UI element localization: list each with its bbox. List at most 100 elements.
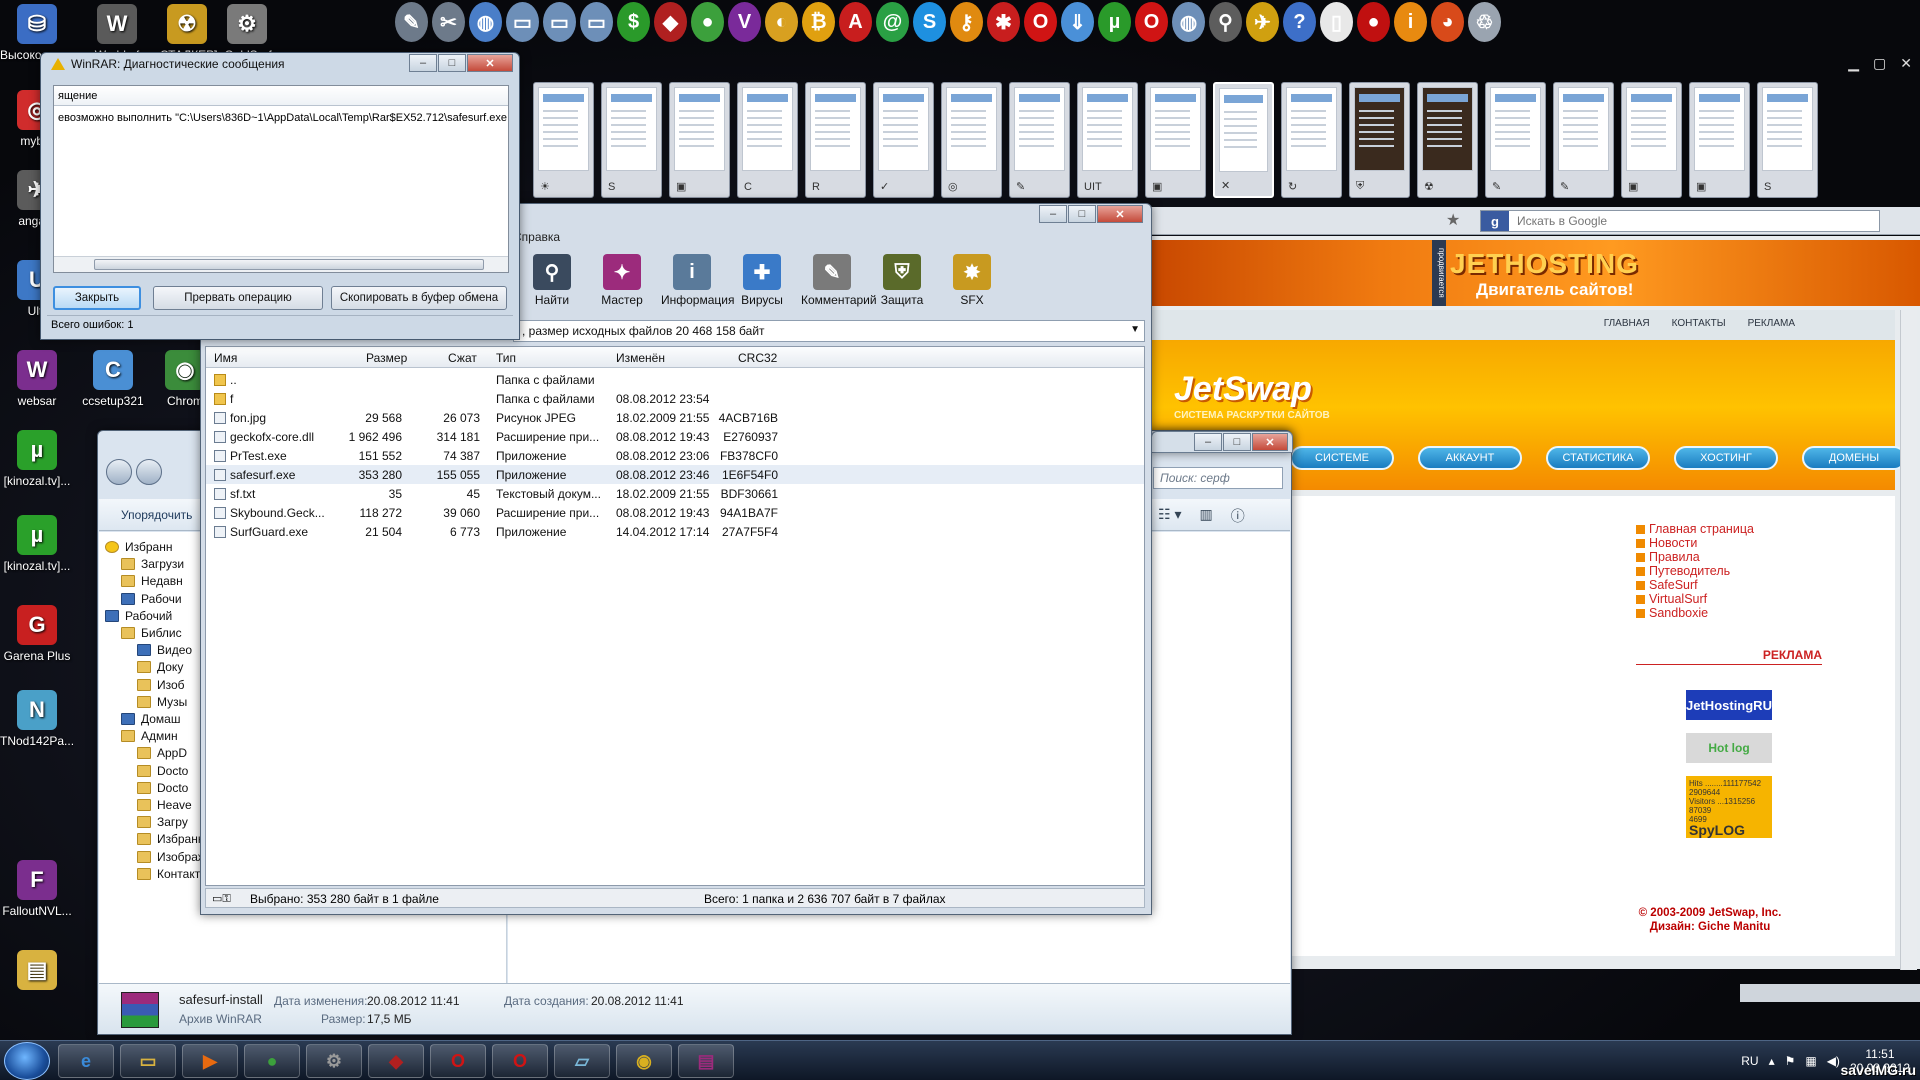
toolbar-3[interactable]: ✚ Вирусы [731, 254, 793, 307]
close-icon[interactable]: ✕ [467, 54, 513, 72]
tab-thumbnail[interactable]: S [601, 82, 662, 198]
site-link-ads[interactable]: РЕКЛАМА [1748, 318, 1795, 329]
info-icon[interactable]: i [1394, 2, 1427, 42]
back-icon[interactable] [106, 459, 132, 485]
desktop-icon[interactable]: F FalloutNVL... [0, 860, 74, 918]
site-nav-4[interactable]: ДОМЕНЫ [1802, 446, 1906, 470]
tab-thumbnail[interactable]: ✎ [1553, 82, 1614, 198]
close-icon[interactable]: ✕ [1900, 55, 1912, 72]
tree-item[interactable]: Музы [137, 695, 187, 709]
opera-icon[interactable]: O [430, 1044, 486, 1078]
tab-thumbnail[interactable]: ↻ [1281, 82, 1342, 198]
column-header[interactable]: Сжат [448, 351, 477, 365]
desktop-icon[interactable]: G Garena Plus [0, 605, 74, 663]
tree-item[interactable]: Рабочи [121, 592, 182, 606]
green-app-icon[interactable]: ● [691, 2, 724, 42]
tab-thumbnail[interactable]: ✎ [1485, 82, 1546, 198]
site-link-contacts[interactable]: КОНТАКТЫ [1672, 318, 1726, 329]
key-icon[interactable]: ⚷ [950, 2, 983, 42]
opera2-icon[interactable]: O [1135, 2, 1168, 42]
tab-thumbnail[interactable]: ✕ [1213, 82, 1274, 198]
abort-operation-button[interactable]: Прервать операцию [153, 286, 323, 310]
column-header[interactable]: CRC32 [738, 351, 777, 365]
site-menu-item[interactable]: Новости [1636, 536, 1754, 550]
tree-item[interactable]: Видео [137, 643, 192, 657]
maximize-icon[interactable]: ▢ [1873, 55, 1886, 72]
folder-icon[interactable]: ▭ [506, 2, 539, 42]
site-nav-3[interactable]: ХОСТИНГ [1674, 446, 1778, 470]
folder2-icon[interactable]: ▭ [543, 2, 576, 42]
download-icon[interactable]: ⇓ [1061, 2, 1094, 42]
dollar-icon[interactable]: $ [617, 2, 650, 42]
ad-spylog[interactable]: Hits ........111177542 2909644 Visitors ..… [1686, 776, 1772, 838]
close-icon[interactable]: ✕ [1252, 433, 1288, 451]
toolbar-1[interactable]: ✦ Мастер [591, 254, 653, 307]
site-brand-logo[interactable]: JetSwap [1174, 370, 1312, 409]
tools-icon[interactable]: ✂ [432, 2, 465, 42]
tab-thumbnail[interactable]: ◎ [941, 82, 1002, 198]
toolbar-4[interactable]: ✎ Комментарий [801, 254, 877, 307]
start-button[interactable] [4, 1042, 50, 1080]
desktop-icon[interactable]: Wwebsar [0, 350, 74, 408]
tab-thumbnail[interactable]: S [1757, 82, 1818, 198]
tree-item[interactable]: Рабочий [105, 609, 172, 623]
table-row[interactable]: .. Папка с файлами [206, 370, 1144, 389]
minimize-icon[interactable]: – [1194, 433, 1222, 451]
green-icon[interactable]: ● [244, 1044, 300, 1078]
coin-icon[interactable]: ◉ [616, 1044, 672, 1078]
toolbar-6[interactable]: ✸ SFX [941, 254, 1003, 307]
folder3-icon[interactable]: ▭ [580, 2, 613, 42]
minimize-icon[interactable]: ▁ [1848, 55, 1859, 72]
tab-thumbnail[interactable]: ✎ [1009, 82, 1070, 198]
desktop-icon[interactable]: Cccsetup321 [76, 350, 150, 408]
column-header[interactable]: Размер [366, 351, 407, 365]
media-icon[interactable]: ▶ [182, 1044, 238, 1078]
toolbar-0[interactable]: ⚲ Найти [521, 254, 583, 307]
ie-icon[interactable]: e [58, 1044, 114, 1078]
tree-item[interactable]: Загрузи [121, 557, 184, 571]
language-indicator[interactable]: RU [1741, 1054, 1758, 1068]
site-menu-item[interactable]: Путеводитель [1636, 564, 1754, 578]
maximize-icon[interactable]: □ [1068, 205, 1096, 223]
usb-icon[interactable]: ⚲ [1209, 2, 1242, 42]
archive-path-bar[interactable]: , размер исходных файлов 20 468 158 байт… [513, 320, 1145, 342]
vip-icon[interactable]: V [728, 2, 761, 42]
browser-scrollbar[interactable] [1900, 310, 1917, 970]
tree-item[interactable]: Библис [121, 626, 182, 640]
table-row[interactable]: SurfGuard.exe 21 504 6 773 Приложение 14.04.… [206, 522, 1144, 541]
network-tray-icon[interactable]: ▦ [1805, 1054, 1816, 1068]
toolbar-5[interactable]: ⛨ Защита [871, 254, 933, 307]
app-icon[interactable]: ◆ [654, 2, 687, 42]
tree-item[interactable]: AppD [137, 746, 187, 760]
site-link-home[interactable]: ГЛАВНАЯ [1604, 318, 1650, 329]
horizontal-scrollbar[interactable] [54, 256, 508, 272]
tab-thumbnail[interactable]: ▣ [1689, 82, 1750, 198]
site-menu-item[interactable]: Главная страница [1636, 522, 1754, 536]
tab-thumbnail[interactable]: ☀ [533, 82, 594, 198]
table-row[interactable]: sf.txt 35 45 Текстовый докум... 18.02.2009 2… [206, 484, 1144, 503]
tab-thumbnail[interactable]: ▣ [1621, 82, 1682, 198]
forward-icon[interactable] [136, 459, 162, 485]
close-button[interactable]: Закрыть [53, 286, 141, 310]
desktop-icon[interactable]: ▤ [0, 950, 74, 994]
tab-thumbnail[interactable]: ☢ [1417, 82, 1478, 198]
notepad-icon[interactable]: ✎ [395, 2, 428, 42]
site-nav-2[interactable]: СТАТИСТИКА [1546, 446, 1650, 470]
mail-at-icon[interactable]: @ [876, 2, 909, 42]
search-app-icon[interactable]: ◐ [765, 2, 798, 42]
site-menu-item[interactable]: SafeSurf [1636, 578, 1754, 592]
tab-thumbnail[interactable]: ⛨ [1349, 82, 1410, 198]
copy-to-clipboard-button[interactable]: Скопировать в буфер обмена [331, 286, 507, 310]
opera2-icon[interactable]: O [492, 1044, 548, 1078]
explorer-search-input[interactable]: Поиск: серф [1153, 467, 1283, 489]
site-menu-item[interactable]: VirtualSurf [1636, 592, 1754, 606]
tree-item[interactable]: Загру [137, 815, 188, 829]
tree-item[interactable]: Домаш [121, 712, 181, 726]
skype-icon[interactable]: S [913, 2, 946, 42]
tree-item[interactable]: Изоб [137, 678, 185, 692]
help-icon[interactable]: ⓘ [1231, 506, 1245, 526]
zoom-slider[interactable] [1740, 984, 1920, 1002]
close-icon[interactable]: ✕ [1097, 205, 1143, 223]
tab-thumbnail[interactable]: ▣ [1145, 82, 1206, 198]
tree-item[interactable]: Избранн [105, 540, 172, 554]
